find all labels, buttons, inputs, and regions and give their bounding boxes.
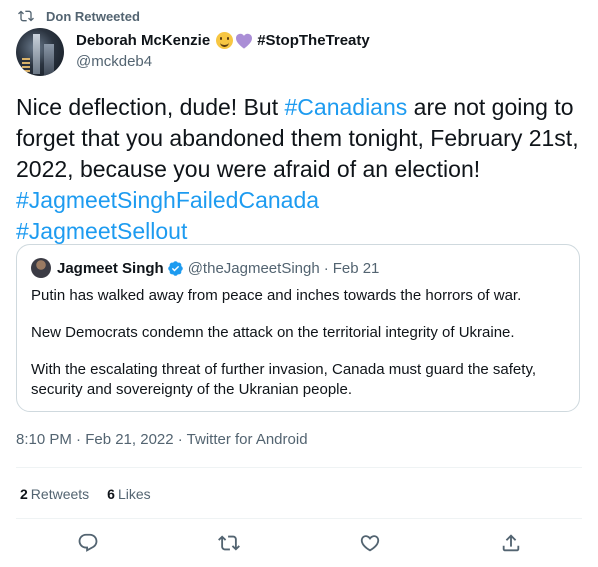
- verified-badge-icon: [167, 260, 183, 276]
- hashtag-link[interactable]: #JagmeetSellout: [16, 218, 187, 244]
- hashtag-link[interactable]: #Canadians: [285, 94, 408, 120]
- social-context[interactable]: Don Retweeted: [18, 8, 140, 24]
- retweets-count: 2: [20, 486, 28, 502]
- tweet-text-part: Nice deflection, dude! But: [16, 94, 285, 120]
- quoted-paragraph: Putin has walked away from peace and inc…: [31, 287, 522, 304]
- quoted-paragraph: New Democrats condemn the attack on the …: [31, 324, 515, 341]
- reply-icon: [78, 533, 98, 552]
- share-button[interactable]: [500, 532, 522, 554]
- display-name[interactable]: Deborah McKenzie #StopTheTreaty: [76, 32, 370, 49]
- engagement-stats: 2 Retweets 6 Likes: [20, 486, 169, 502]
- share-icon: [502, 534, 520, 552]
- likes-stat[interactable]: 6 Likes: [107, 486, 150, 502]
- separator-dot: ·: [323, 259, 329, 277]
- retweet-button[interactable]: [218, 532, 240, 554]
- action-bar: [0, 532, 598, 556]
- author-handle[interactable]: @mckdeb4: [76, 53, 370, 70]
- quoted-date[interactable]: Feb 21: [333, 260, 380, 277]
- divider: [16, 518, 582, 519]
- retweet-icon: [218, 535, 240, 551]
- like-button[interactable]: [359, 532, 381, 554]
- quoted-paragraph: With the escalating threat of further in…: [31, 361, 536, 398]
- author-name: Deborah McKenzie: [76, 32, 211, 49]
- retweet-icon: [18, 10, 34, 22]
- reply-button[interactable]: [77, 532, 99, 554]
- likes-count: 6: [107, 486, 115, 502]
- quoted-tweet-header: Jagmeet Singh @theJagmeetSingh · Feb 21: [31, 258, 379, 278]
- quoted-author-name[interactable]: Jagmeet Singh: [57, 260, 164, 277]
- divider: [16, 467, 582, 468]
- retweets-label: Retweets: [30, 486, 90, 502]
- social-context-text: Don Retweeted: [46, 8, 140, 24]
- purple-heart-icon: [236, 33, 253, 49]
- tweet-meta[interactable]: 8:10 PM · Feb 21, 2022 · Twitter for And…: [16, 431, 308, 448]
- likes-label: Likes: [117, 486, 151, 502]
- quoted-tweet-body: Putin has walked away from peace and inc…: [31, 286, 567, 417]
- like-icon: [360, 535, 380, 552]
- hashtag-link[interactable]: #JagmeetSinghFailedCanada: [16, 187, 319, 213]
- quoted-avatar[interactable]: [31, 258, 51, 278]
- tweet-text: Nice deflection, dude! But #Canadians ar…: [16, 92, 586, 247]
- smiling-face-icon: [216, 32, 234, 49]
- avatar[interactable]: [16, 28, 64, 76]
- author-block[interactable]: Deborah McKenzie #StopTheTreaty @mckdeb4: [76, 32, 370, 70]
- quoted-author-handle[interactable]: @theJagmeetSingh: [188, 260, 320, 277]
- quoted-tweet[interactable]: Jagmeet Singh @theJagmeetSingh · Feb 21 …: [16, 244, 580, 412]
- retweets-stat[interactable]: 2 Retweets: [20, 486, 89, 502]
- author-hashtag: #StopTheTreaty: [257, 32, 370, 49]
